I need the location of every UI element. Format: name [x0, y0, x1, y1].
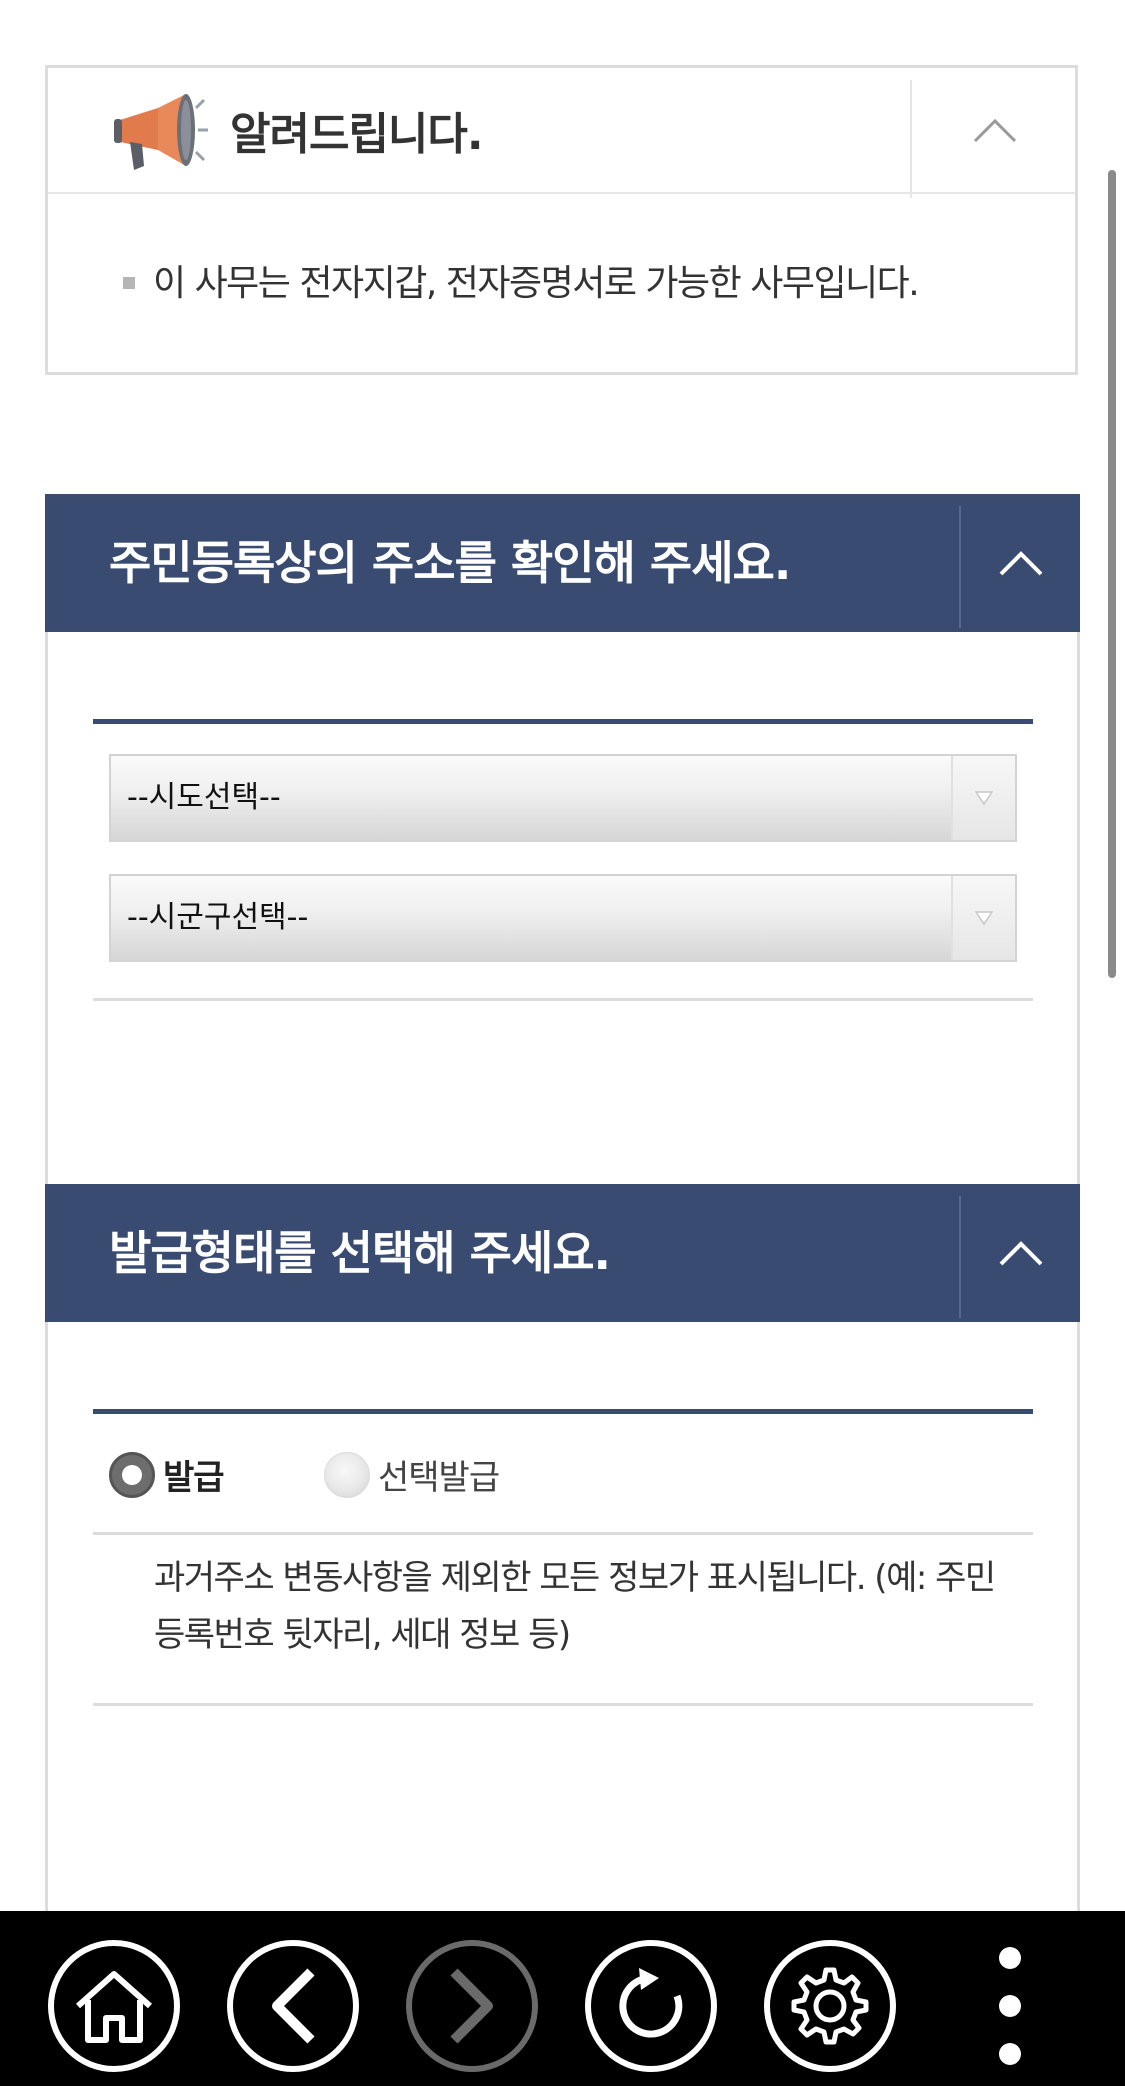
issue-description: 과거주소 변동사항을 제외한 모든 정보가 표시됩니다. (예: 주민등록번호 …: [154, 1558, 996, 1655]
notice-item: 이 사무는 전자지갑, 전자증명서로 가능한 사무입니다.: [123, 254, 920, 306]
sigungu-select-value: --시군구선택--: [127, 900, 309, 935]
home-button[interactable]: [48, 1940, 180, 2072]
back-icon: [272, 1968, 315, 2044]
section-rule: [93, 719, 1033, 724]
notice-panel: 알려드립니다. 이 사무는 전자지갑, 전자증명서로 가능한 사무입니다.: [45, 65, 1078, 375]
section-rule-bottom: [93, 998, 1033, 1001]
radio-selective-issue-label: 선택발급: [378, 1458, 500, 1498]
radio-issue[interactable]: 발급: [109, 1450, 225, 1499]
refresh-icon: [619, 1968, 683, 2038]
address-section-body: --시도선택-- --시군구선택--: [45, 632, 1080, 1232]
issue-type-section: 발급형태를 선택해 주세요. 발급 선택발급 과거주소 변동사항을 제외한 모든…: [45, 1184, 1080, 1940]
section-rule-bottom: [93, 1703, 1033, 1706]
dropdown-arrow-icon: [951, 876, 1015, 960]
chevron-up-icon: [973, 118, 1017, 143]
bullet-icon: [123, 277, 135, 289]
address-collapse-button[interactable]: [961, 494, 1080, 632]
settings-button[interactable]: [764, 1940, 896, 2072]
chevron-up-icon: [999, 1241, 1042, 1266]
sigungu-select[interactable]: --시군구선택--: [109, 874, 1017, 962]
forward-icon: [450, 1968, 493, 2044]
section-rule-mid: [93, 1532, 1033, 1535]
notice-collapse-button[interactable]: [912, 68, 1078, 192]
sido-select[interactable]: --시도선택--: [109, 754, 1017, 842]
more-icon: [999, 1947, 1021, 2065]
back-button[interactable]: [227, 1940, 359, 2072]
chevron-up-icon: [999, 551, 1042, 576]
notice-title: 알려드립니다.: [230, 109, 484, 160]
section-rule: [93, 1409, 1033, 1414]
home-icon: [76, 1971, 152, 2043]
radio-checked-icon: [109, 1451, 155, 1498]
address-section-title: 주민등록상의 주소를 확인해 주세요.: [109, 536, 791, 590]
dropdown-arrow-icon: [951, 756, 1015, 840]
address-section: 주민등록상의 주소를 확인해 주세요. --시도선택-- --시군구선택--: [45, 494, 1080, 1232]
radio-selective-issue[interactable]: 선택발급: [324, 1450, 500, 1499]
megaphone-icon: [114, 94, 208, 170]
forward-button[interactable]: [406, 1940, 538, 2072]
gear-icon: [791, 1967, 869, 2045]
issue-section-body: 발급 선택발급 과거주소 변동사항을 제외한 모든 정보가 표시됩니다. (예:…: [45, 1322, 1080, 1940]
address-section-header: 주민등록상의 주소를 확인해 주세요.: [45, 494, 1080, 632]
scrollbar[interactable]: [1108, 170, 1116, 978]
sido-select-value: --시도선택--: [127, 780, 281, 815]
notice-message: 이 사무는 전자지갑, 전자증명서로 가능한 사무입니다.: [153, 263, 920, 304]
issue-section-title: 발급형태를 선택해 주세요.: [109, 1226, 611, 1280]
issue-collapse-button[interactable]: [961, 1184, 1080, 1322]
more-options-button[interactable]: [980, 1940, 1040, 2072]
radio-issue-label: 발급: [163, 1458, 225, 1498]
radio-unchecked-icon: [324, 1451, 370, 1498]
bottom-navigation-bar: [0, 1911, 1125, 2086]
issue-section-header: 발급형태를 선택해 주세요.: [45, 1184, 1080, 1322]
notice-header: 알려드립니다.: [48, 68, 1078, 198]
refresh-button[interactable]: [585, 1940, 717, 2072]
